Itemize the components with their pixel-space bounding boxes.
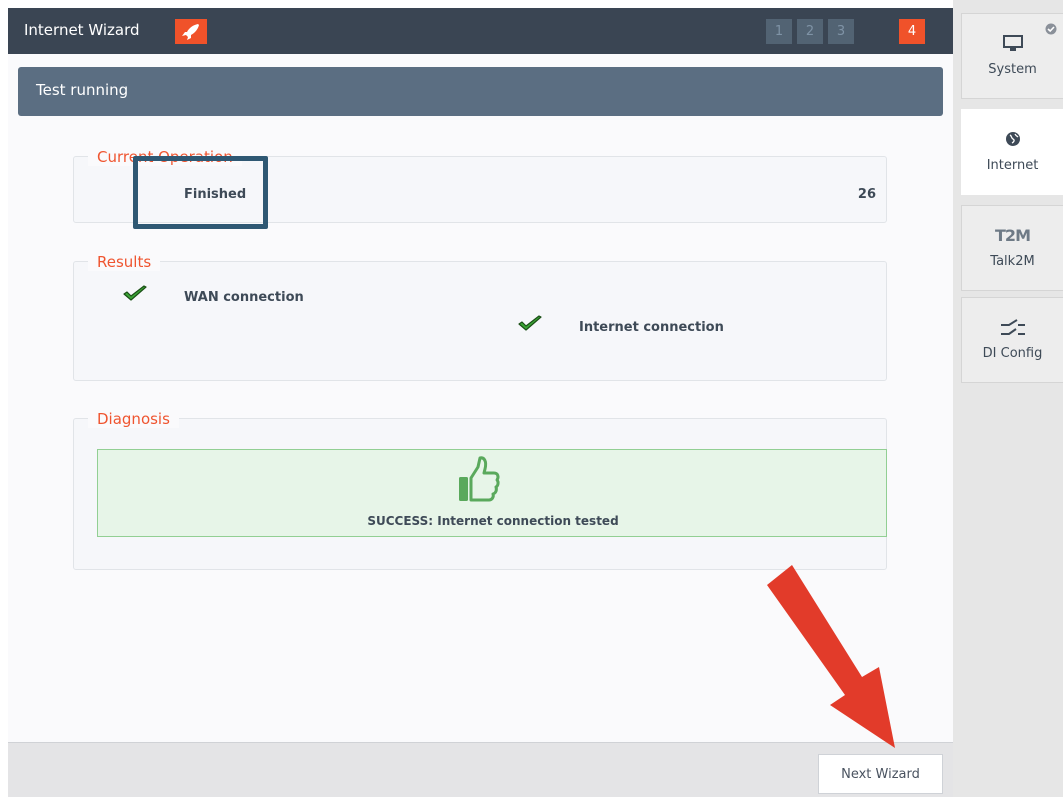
operation-count: 26 <box>857 187 876 202</box>
internet-wizard-panel: Internet Wizard 1 2 3 4 Test running Cur… <box>8 8 953 797</box>
results-legend: Results <box>88 253 161 271</box>
sidebar-item-system[interactable]: System <box>961 13 1063 99</box>
step-2[interactable]: 2 <box>797 19 823 44</box>
subheader-title: Test running <box>36 81 129 99</box>
step-4[interactable]: 4 <box>899 19 925 44</box>
sidebar-item-internet[interactable]: Internet <box>961 109 1063 195</box>
rocket-icon <box>175 19 207 44</box>
sidebar: System Internet T2M Talk2M DI Config <box>953 0 1063 797</box>
success-panel: SUCCESS: Internet connection tested <box>97 449 887 537</box>
result-internet-connection: Internet connection <box>579 320 724 335</box>
monitor-icon <box>1002 32 1024 54</box>
diagnosis-message: SUCCESS: Internet connection tested <box>367 514 619 528</box>
sidebar-item-label: DI Config <box>982 346 1043 361</box>
test-running-bar: Test running <box>18 67 943 116</box>
sidebar-item-label: System <box>988 62 1037 77</box>
diagnosis-box: Diagnosis SUCCESS: Internet connection t… <box>73 410 887 570</box>
step-3[interactable]: 3 <box>828 19 854 44</box>
check-circle-icon <box>1045 20 1057 39</box>
check-icon <box>122 285 148 307</box>
wizard-title: Internet Wizard <box>24 21 140 39</box>
result-wan-connection: WAN connection <box>184 290 304 305</box>
wizard-footer: Next Wizard <box>8 742 953 797</box>
thumbs-up-icon <box>456 455 502 509</box>
next-wizard-button[interactable]: Next Wizard <box>818 754 943 794</box>
highlight-box <box>133 156 268 229</box>
sidebar-item-label: Talk2M <box>990 254 1035 269</box>
wizard-header: Internet Wizard 1 2 3 4 <box>8 8 953 54</box>
step-1[interactable]: 1 <box>766 19 792 44</box>
sidebar-item-talk2m[interactable]: T2M Talk2M <box>961 205 1063 291</box>
globe-icon <box>1005 128 1021 150</box>
sidebar-item-di-config[interactable]: DI Config <box>961 297 1063 383</box>
results-box: Results WAN connection Internet connecti… <box>73 253 887 381</box>
check-icon <box>517 315 543 337</box>
diagnosis-legend: Diagnosis <box>88 410 179 428</box>
sidebar-item-label: Internet <box>986 158 1039 173</box>
t2m-logo-icon: T2M <box>995 225 1031 245</box>
switch-icon <box>999 316 1027 338</box>
